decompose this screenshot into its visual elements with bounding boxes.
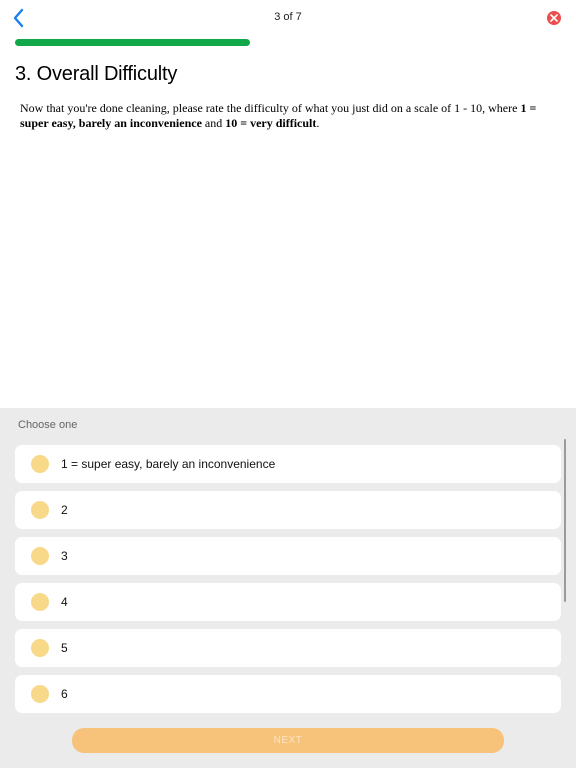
radio-icon[interactable] [31,547,49,565]
step-counter: 3 of 7 [274,11,302,23]
option-label: 5 [61,641,68,655]
question-text: Now that you're done cleaning, please ra… [20,101,550,131]
close-button[interactable] [547,11,561,25]
option-6[interactable]: 6 [15,675,561,713]
top-bar: 3 of 7 [0,0,576,36]
option-3[interactable]: 3 [15,537,561,575]
option-label: 2 [61,503,68,517]
question-text-part: . [316,116,320,130]
radio-icon[interactable] [31,639,49,657]
answers-panel: Choose one 1 = super easy, barely an inc… [0,408,576,768]
radio-icon[interactable] [31,455,49,473]
progress-bar [15,39,561,46]
close-icon [550,14,558,22]
radio-icon[interactable] [31,501,49,519]
option-label: 3 [61,549,68,563]
question-text-part: Now that you're done cleaning, please ra… [20,101,521,115]
radio-icon[interactable] [31,593,49,611]
option-label: 4 [61,595,68,609]
option-1[interactable]: 1 = super easy, barely an inconvenience [15,445,561,483]
question-title: 3. Overall Difficulty [15,63,178,85]
option-2[interactable]: 2 [15,491,561,529]
option-4[interactable]: 4 [15,583,561,621]
choose-one-label: Choose one [18,419,78,431]
progress-bar-fill [15,39,250,46]
option-label: 1 = super easy, barely an inconvenience [61,457,276,471]
question-scale-high: 10 = very difficult [225,116,317,130]
options-scrollbar[interactable] [564,439,566,602]
option-label: 6 [61,687,68,701]
question-text-part: and [201,116,226,130]
radio-icon[interactable] [31,685,49,703]
next-button[interactable]: NEXT [72,728,504,753]
options-list[interactable]: 1 = super easy, barely an inconvenience … [15,445,561,715]
option-5[interactable]: 5 [15,629,561,667]
